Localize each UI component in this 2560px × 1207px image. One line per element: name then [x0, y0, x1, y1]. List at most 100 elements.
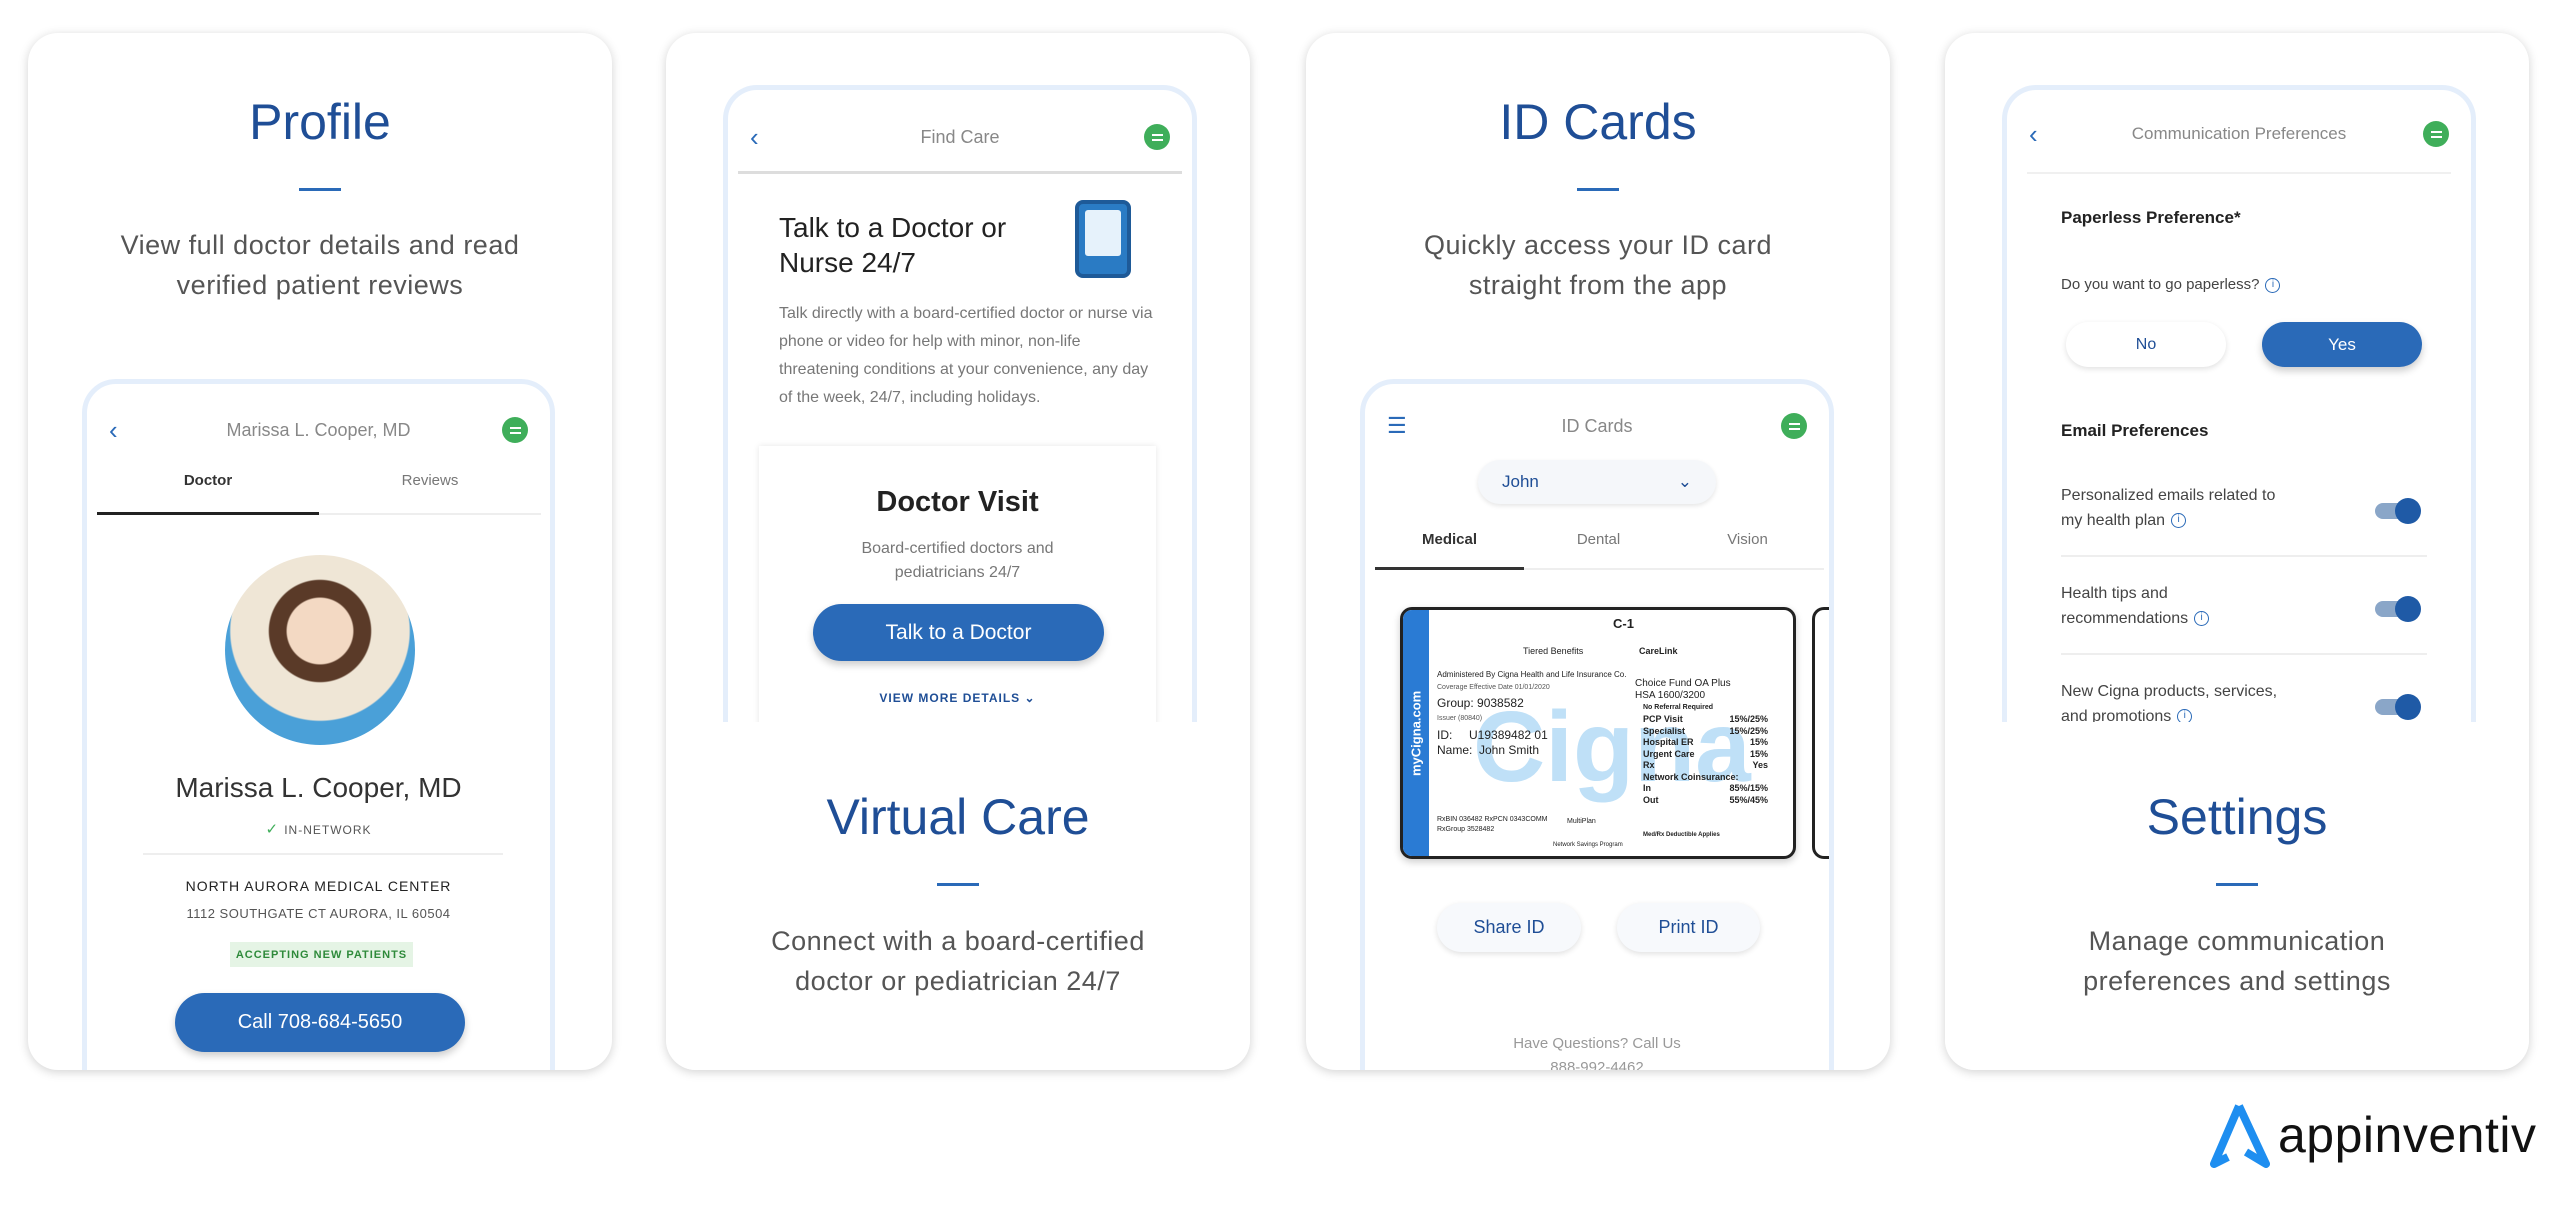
- panel-title: ID Cards: [1499, 94, 1697, 150]
- tab-vision[interactable]: Vision: [1673, 531, 1822, 548]
- coverage-date: Coverage Effective Date 01/01/2020: [1437, 684, 1550, 691]
- back-chevron-icon[interactable]: ‹: [109, 415, 118, 446]
- email-heading: Email Preferences: [2061, 421, 2209, 440]
- screen-header: ‹ Find Care: [728, 117, 1192, 157]
- member-dropdown[interactable]: John ⌄: [1478, 460, 1716, 504]
- paperless-question: Do you want to go paperless? i: [2061, 276, 2281, 293]
- yes-button[interactable]: Yes: [2262, 322, 2422, 367]
- tab-indicator: [1375, 567, 1524, 570]
- benefit-label: Urgent Care: [1643, 748, 1695, 759]
- header-title: Find Care: [920, 126, 1000, 147]
- benefits-table: PCP Visit 15%/25% Specialist 15%/25% Hospita…: [1643, 714, 1768, 806]
- address: 1112 SOUTHGATE CT AURORA, IL 60504: [186, 906, 451, 921]
- benefit-value: 15%: [1749, 748, 1768, 759]
- info-icon[interactable]: i: [2194, 611, 2210, 627]
- tab-dental[interactable]: Dental: [1524, 531, 1673, 548]
- benefit-label: Specialist: [1643, 725, 1686, 736]
- toggle-health-tips[interactable]: [2375, 596, 2421, 622]
- chat-icon[interactable]: [2423, 121, 2449, 147]
- group-number: Group: 9038582: [1437, 696, 1524, 710]
- chevron-down-icon: ⌄: [1677, 472, 1692, 491]
- accepting-badge: ACCEPTING NEW PATIENTS: [230, 942, 413, 967]
- panel-subtitle: View full doctor details and read verifie…: [120, 230, 520, 300]
- tab-divider: [1524, 568, 1824, 570]
- benefit-label: PCP Visit: [1643, 714, 1683, 724]
- toggle-products[interactable]: [2375, 694, 2421, 720]
- benefit-row: PCP Visit 15%/25%: [1643, 714, 1768, 726]
- id-card[interactable]: myCigna.com Cigna C-1 Tiered Benefits Ca…: [1400, 607, 1796, 859]
- benefit-label: Out: [1643, 794, 1659, 805]
- title-divider: [937, 883, 979, 886]
- benefit-row: Specialist 15%/25%: [1643, 726, 1768, 738]
- phone-mockup: ‹ Communication Preferences Paperless Pr…: [2002, 85, 2476, 722]
- print-id-button[interactable]: Print ID: [1617, 903, 1760, 952]
- rx-info: RxBIN 036482 RxPCN 0343COMM RxGroup 35284…: [1437, 816, 1548, 833]
- title-divider: [2216, 883, 2258, 886]
- member-id: ID: U19389482 01: [1437, 728, 1548, 742]
- back-chevron-icon[interactable]: ‹: [2029, 119, 2038, 150]
- check-icon: ✓: [265, 821, 285, 838]
- benefit-value: 15%: [1749, 737, 1768, 747]
- benefit-label: Rx: [1643, 760, 1655, 770]
- header-divider: [2027, 172, 2451, 174]
- benefit-value: 15%/25%: [1729, 725, 1768, 736]
- phone-mockup: ☰ ID Cards John ⌄ Medical Dental Vision m…: [1360, 379, 1834, 1070]
- benefit-label: Network Coinsurance:: [1643, 771, 1739, 782]
- card-side-label: myCigna.com: [1403, 610, 1429, 856]
- chat-icon[interactable]: [502, 417, 528, 443]
- benefit-label: Hospital ER: [1643, 737, 1694, 747]
- card-subtitle: Board-certified doctors and pediatricians…: [861, 540, 1054, 581]
- view-more-details-link[interactable]: VIEW MORE DETAILS ⌄: [759, 691, 1156, 705]
- chat-icon[interactable]: [1144, 124, 1170, 150]
- appinventiv-logo-icon: [2210, 1104, 2270, 1168]
- support-phone[interactable]: 888-992-4462: [1365, 1059, 1829, 1070]
- benefit-row: In 85%/15%: [1643, 783, 1768, 795]
- talk-to-doctor-button[interactable]: Talk to a Doctor: [813, 604, 1104, 661]
- back-chevron-icon[interactable]: ‹: [750, 122, 759, 153]
- benefit-value: 15%/25%: [1729, 714, 1768, 724]
- tab-doctor[interactable]: Doctor: [97, 472, 319, 489]
- panel-title: Settings: [2146, 789, 2328, 845]
- carelink-logo: CareLink: [1639, 646, 1678, 656]
- header-title: Communication Preferences: [2131, 124, 2347, 143]
- share-id-button[interactable]: Share ID: [1437, 903, 1581, 952]
- tab-medical[interactable]: Medical: [1375, 531, 1524, 548]
- phone-doctor-icon: [1075, 200, 1131, 278]
- appinventiv-logo: appinventiv: [2208, 1100, 2536, 1170]
- info-icon[interactable]: i: [2265, 277, 2281, 293]
- panel-subtitle: Quickly access your ID card straight from…: [1423, 230, 1773, 300]
- admin-text: Administered By Cigna Health and Life In…: [1437, 670, 1627, 679]
- tab-indicator: [97, 512, 319, 515]
- next-id-card[interactable]: [1812, 607, 1829, 859]
- header-title: Marissa L. Cooper, MD: [226, 419, 411, 440]
- no-button[interactable]: No: [2066, 322, 2226, 367]
- call-button[interactable]: Call 708-684-5650: [175, 993, 465, 1052]
- multiplan-logo: MultiPlan: [1567, 818, 1596, 825]
- tab-divider: [319, 513, 541, 515]
- menu-icon[interactable]: ☰: [1387, 413, 1407, 439]
- panel-title: Profile: [249, 94, 391, 150]
- plan-name: Choice Fund OA Plus HSA 1600/3200: [1635, 678, 1731, 701]
- info-icon[interactable]: i: [2171, 513, 2187, 529]
- benefit-row: Network Coinsurance:: [1643, 772, 1768, 784]
- benefit-value: Yes: [1752, 760, 1768, 770]
- info-icon[interactable]: i: [2177, 709, 2193, 722]
- deductible-note: Med/Rx Deductible Applies: [1643, 832, 1720, 838]
- panel-subtitle: Manage communication preferences and sett…: [2083, 926, 2391, 996]
- divider: [2061, 653, 2427, 655]
- tab-reviews[interactable]: Reviews: [319, 472, 541, 489]
- doctor-visit-card: Doctor Visit Board-certified doctors and…: [759, 446, 1156, 722]
- toggle-personalized[interactable]: [2375, 498, 2421, 524]
- issuer: Issuer (80840): [1437, 715, 1483, 722]
- tiered-benefits: Tiered Benefits: [1523, 646, 1584, 656]
- virtual-care-panel: ‹ Find Care Talk to a Doctor or Nurse 24/…: [666, 33, 1250, 1070]
- benefit-row: Hospital ER 15%: [1643, 737, 1768, 749]
- benefit-value: 55%/45%: [1729, 794, 1768, 805]
- caption-area: [1945, 722, 2529, 1070]
- profile-panel: Profile View full doctor details and rea…: [28, 33, 612, 1070]
- logo-text: appinventiv: [2278, 1107, 2537, 1163]
- screen-header: ☰ ID Cards: [1365, 406, 1829, 446]
- title-divider: [1577, 188, 1619, 191]
- card-code: C-1: [1613, 616, 1634, 631]
- chat-icon[interactable]: [1781, 413, 1807, 439]
